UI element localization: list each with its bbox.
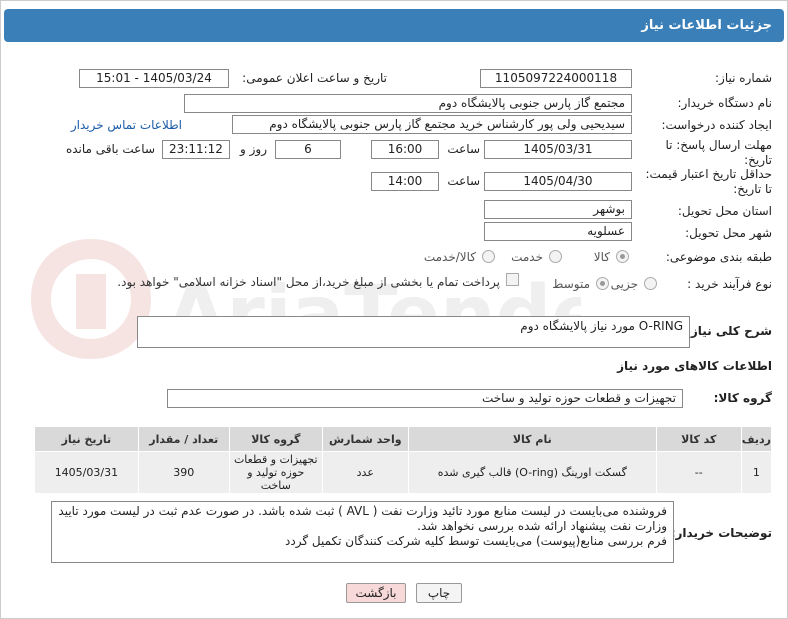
page-title: جزئیات اطلاعات نیاز: [4, 9, 784, 42]
col-unit: واحد شمارش: [321, 426, 409, 452]
process-option-minor: جزیی: [610, 277, 638, 291]
days-field: 6: [275, 140, 341, 159]
buyer-note-line: فروشنده می‌بایست در لیست منابع مورد تائی…: [58, 504, 667, 518]
back-button[interactable]: بازگشت: [346, 583, 406, 603]
province-label: استان محل تحویل:: [677, 204, 772, 218]
price-validity-label: حداقل تاریخ اعتبار قیمت: تا تاریخ:: [645, 167, 772, 196]
buyer-note-line: وزارت نفت پیشنهاد ارائه شده بررسی نخواهد…: [417, 519, 667, 533]
cell-quantity: 390: [137, 451, 230, 494]
buyer-org-label: نام دستگاه خریدار:: [677, 96, 773, 110]
category-option-goods: کالا: [593, 250, 610, 264]
goods-section-title: اطلاعات کالاهای مورد نیاز: [617, 359, 772, 373]
col-quantity: تعداد / مقدار: [137, 426, 230, 452]
buyer-org-field: مجتمع گاز پارس جنوبی پالایشگاه دوم: [184, 94, 632, 113]
need-details-window: جزئیات اطلاعات نیاز AriaTender.net شماره…: [0, 0, 788, 619]
col-row: ردیف: [740, 426, 773, 452]
category-radio-service[interactable]: [549, 250, 562, 263]
requester-field: سیدیحیی ولی پور کارشناس خرید مجتمع گاز پ…: [232, 115, 632, 134]
need-number-label: شماره نیاز:: [715, 71, 772, 85]
buyer-note-line: فرم بررسی منابع(پیوست) می‌بایست توسط کلی…: [285, 534, 667, 548]
category-option-goods-service: کالا/خدمت: [423, 250, 476, 264]
cell-code: --: [655, 451, 742, 494]
description-text: O-RING مورد نیاز پالایشگاه دوم: [520, 319, 683, 333]
process-radio-medium[interactable]: [596, 277, 609, 290]
reply-date-field: 1405/03/31: [484, 140, 632, 159]
cell-name: گسکت اورینگ (O-ring) قالب گیری شده: [407, 451, 657, 494]
buyer-notes-textarea[interactable]: فروشنده می‌بایست در لیست منابع مورد تائی…: [51, 501, 674, 563]
price-date-field: 1405/04/30: [484, 172, 632, 191]
goods-group-label: گروه کالا:: [713, 391, 772, 405]
process-radio-minor[interactable]: [644, 277, 657, 290]
requester-label: ایجاد کننده درخواست:: [661, 118, 772, 132]
cell-group: تجهیزات و قطعات حوزه تولید و ساخت: [228, 451, 323, 494]
price-time-label: ساعت: [447, 174, 480, 188]
buyer-notes-label: توضیحات خریدار:: [670, 526, 772, 540]
cell-row: 1: [740, 451, 773, 494]
table-row: 1 -- گسکت اورینگ (O-ring) قالب گیری شده …: [34, 451, 773, 494]
price-time-field: 14:00: [371, 172, 439, 191]
col-name: نام کالا: [407, 426, 657, 452]
description-label: شرح کلی نیاز:: [686, 324, 772, 338]
process-label: نوع فرآیند خرید :: [687, 277, 772, 291]
process-option-medium: متوسط: [552, 277, 590, 291]
col-date: تاریخ نیاز: [34, 426, 139, 452]
announce-label: تاریخ و ساعت اعلان عمومی:: [242, 71, 387, 85]
province-field: بوشهر: [484, 200, 632, 219]
category-label: طبقه بندی موضوعی:: [665, 250, 772, 264]
buyer-contact-link[interactable]: اطلاعات تماس خریدار: [71, 118, 182, 132]
need-number-field: 1105097224000118: [480, 69, 632, 88]
description-textarea[interactable]: O-RING مورد نیاز پالایشگاه دوم: [137, 316, 690, 348]
cell-unit: عدد: [321, 451, 409, 494]
cell-date: 1405/03/31: [34, 451, 139, 494]
category-radio-goods[interactable]: [616, 250, 629, 263]
city-field: عسلویه: [484, 222, 632, 241]
payment-checkbox[interactable]: [506, 273, 519, 286]
days-label: روز و: [240, 142, 267, 156]
reply-deadline-label: مهلت ارسال پاسخ: تا تاریخ:: [665, 138, 772, 167]
col-group: گروه کالا: [228, 426, 323, 452]
goods-table: ردیف کد کالا نام کالا واحد شمارش گروه کا…: [34, 426, 773, 494]
goods-group-field: تجهیزات و قطعات حوزه تولید و ساخت: [167, 389, 683, 408]
announce-field: 1405/03/24 - 15:01: [79, 69, 229, 88]
watermark-logo: AriaTender.net: [31, 239, 581, 360]
reply-time-label: ساعت: [447, 142, 480, 156]
remaining-label: ساعت باقی مانده: [65, 142, 155, 156]
col-code: کد کالا: [655, 426, 742, 452]
city-label: شهر محل تحویل:: [685, 226, 772, 240]
reply-time-field: 16:00: [371, 140, 439, 159]
category-option-service: خدمت: [511, 250, 543, 264]
category-radio-goods-service[interactable]: [482, 250, 495, 263]
remaining-time-field: 23:11:12: [162, 140, 230, 159]
payment-note: پرداخت تمام یا بخشی از مبلغ خرید،از محل …: [117, 275, 500, 289]
print-button[interactable]: چاپ: [416, 583, 462, 603]
